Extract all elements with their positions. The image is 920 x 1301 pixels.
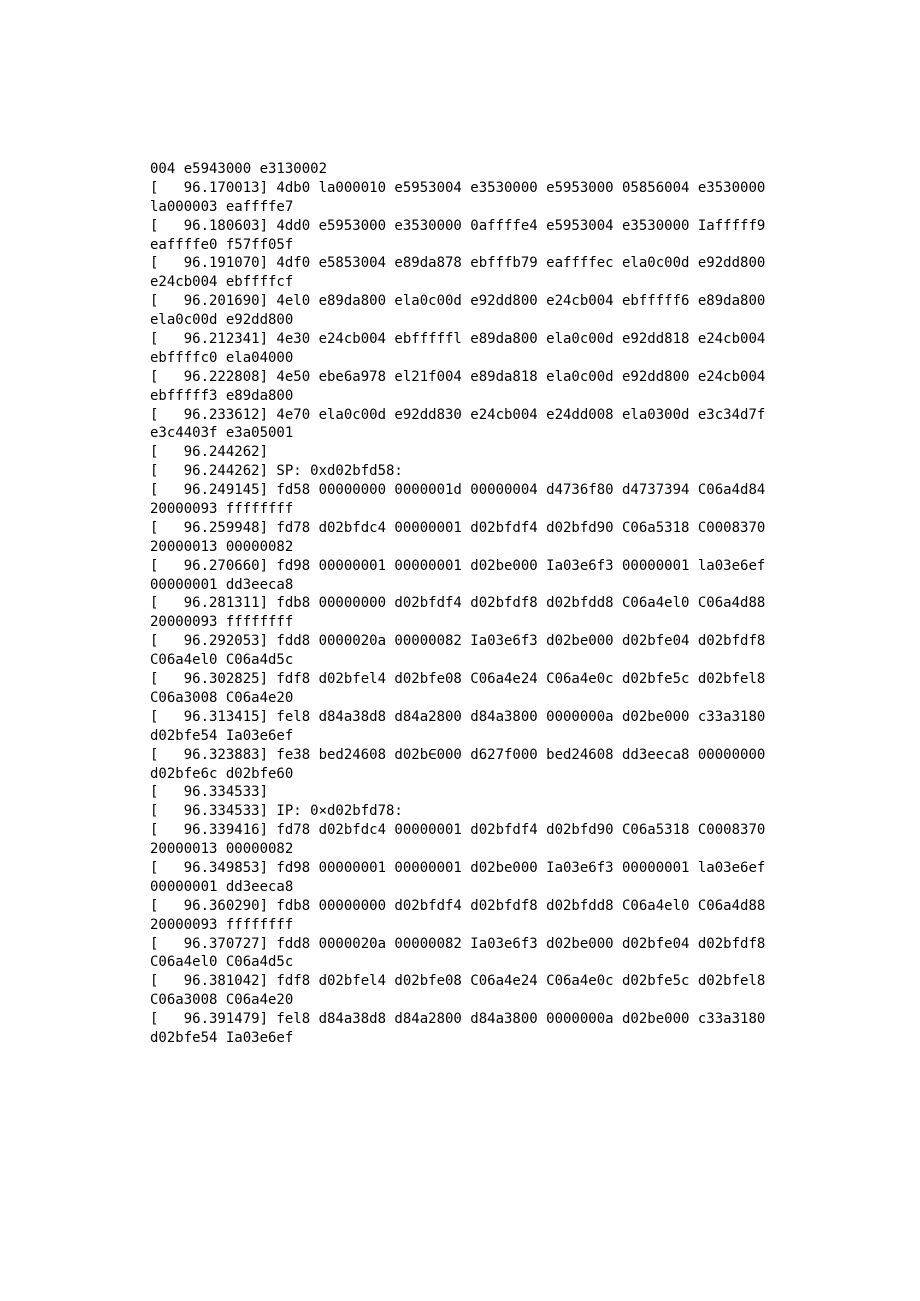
kernel-log-block: 004 e5943000 e3130002 [ 96.170013] 4db0 …: [150, 160, 770, 1048]
